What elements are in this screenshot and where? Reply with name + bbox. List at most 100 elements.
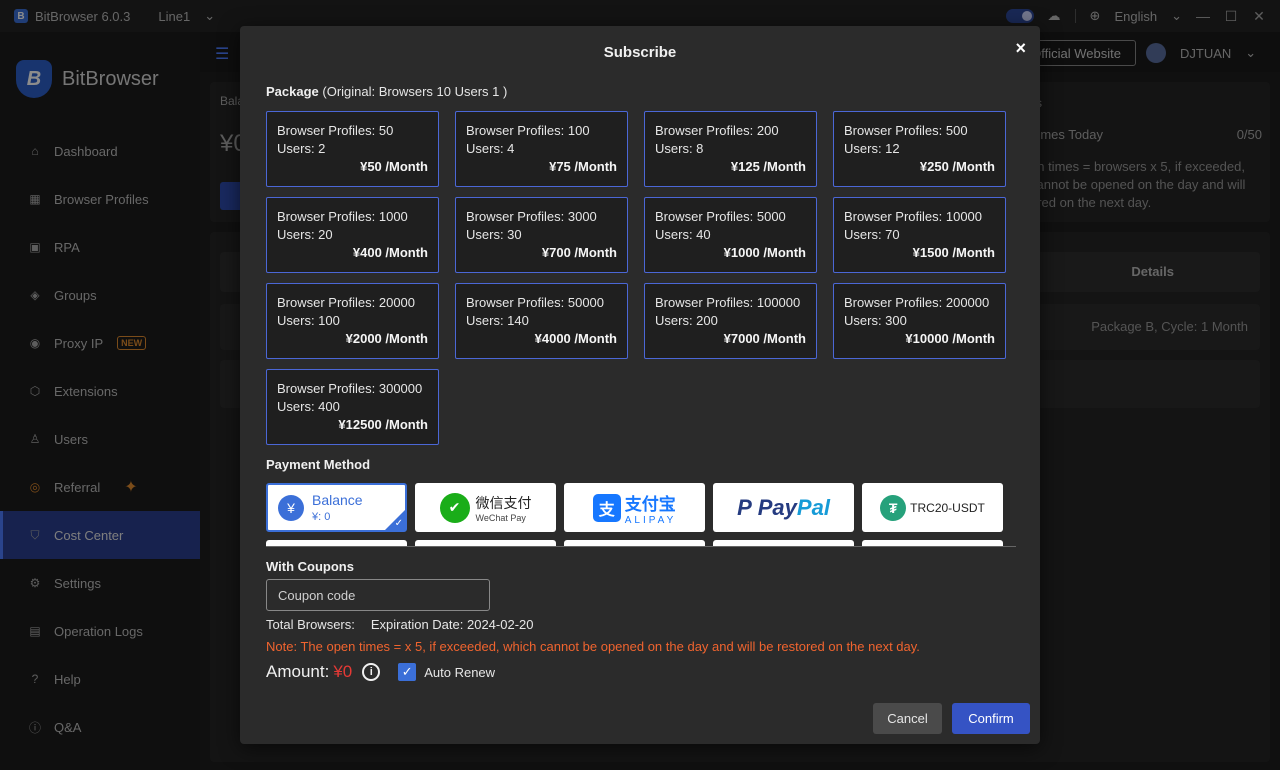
package-users: Users: 20 [277, 227, 333, 242]
balance-text: Balance ¥: 0 [312, 492, 363, 523]
usdt-label: TRC20-USDT [910, 500, 985, 515]
package-card[interactable]: Browser Profiles: 100 Users: 4 ¥75 /Mont… [455, 111, 628, 187]
payment-alipay[interactable]: 支 支付宝 ALIPAY [564, 483, 705, 532]
package-profiles: Browser Profiles: 3000 [466, 209, 597, 224]
alipay-icon: 支 [592, 493, 621, 522]
package-users: Users: 8 [655, 141, 704, 156]
package-users: Users: 40 [655, 227, 711, 242]
wechat-en: WeChat Pay [475, 512, 526, 523]
package-card[interactable]: Browser Profiles: 300000 Users: 400 ¥125… [266, 369, 439, 445]
alipay-cn: 支付宝 [624, 494, 676, 514]
app-window: B BitBrowser 6.0.3 Line1 ⌄ ☁ ⊕ English ⌄… [0, 0, 1280, 770]
balance-title: Balance [312, 492, 363, 508]
amount-value: ¥0 [333, 662, 353, 681]
alipay-en: ALIPAY [624, 514, 677, 526]
wechat-cn: 微信支付 [475, 494, 532, 511]
package-profiles: Browser Profiles: 100000 [655, 295, 801, 310]
package-price: ¥12500 /Month [338, 417, 428, 432]
payment-option[interactable] [415, 540, 556, 546]
close-icon[interactable]: × [1015, 38, 1026, 59]
payment-paypal[interactable]: P PayPal [713, 483, 854, 532]
package-card[interactable]: Browser Profiles: 5000 Users: 40 ¥1000 /… [644, 197, 817, 273]
package-price: ¥10000 /Month [905, 331, 995, 346]
package-price: ¥2000 /Month [345, 331, 428, 346]
info-icon[interactable]: i [362, 663, 381, 681]
paypal-a: Pay [757, 494, 797, 520]
wechat-icon: ✔ [439, 492, 470, 523]
package-card[interactable]: Browser Profiles: 50000 Users: 140 ¥4000… [455, 283, 628, 359]
package-users: Users: 100 [277, 313, 340, 328]
payment-option[interactable] [713, 540, 854, 546]
payment-wechat[interactable]: ✔ 微信支付 WeChat Pay [415, 483, 556, 532]
package-price: ¥1500 /Month [912, 245, 995, 260]
package-card[interactable]: Browser Profiles: 10000 Users: 70 ¥1500 … [833, 197, 1006, 273]
package-card[interactable]: Browser Profiles: 200000 Users: 300 ¥100… [833, 283, 1006, 359]
package-users: Users: 300 [844, 313, 907, 328]
balance-amount: ¥: 0 [312, 511, 331, 523]
package-label: Package [266, 84, 319, 99]
payment-balance[interactable]: ¥ Balance ¥: 0 ✓ [266, 483, 407, 532]
package-card[interactable]: Browser Profiles: 1000 Users: 20 ¥400 /M… [266, 197, 439, 273]
package-price: ¥125 /Month [730, 159, 806, 174]
subscribe-modal: Subscribe × Package (Original: Browsers … [240, 26, 1040, 744]
package-price: ¥400 /Month [352, 245, 428, 260]
auto-renew-checkbox[interactable]: ✓ Auto Renew [398, 663, 495, 681]
package-heading: Package (Original: Browsers 10 Users 1 ) [266, 84, 507, 99]
coupon-input[interactable] [266, 579, 490, 611]
package-profiles: Browser Profiles: 10000 [844, 209, 983, 224]
package-users: Users: 70 [844, 227, 900, 242]
package-users: Users: 2 [277, 141, 326, 156]
package-price: ¥4000 /Month [534, 331, 617, 346]
totals-row: Total Browsers: Expiration Date: 2024-02… [266, 617, 533, 632]
payment-usdt[interactable]: ₮ TRC20-USDT [862, 483, 1003, 532]
package-profiles: Browser Profiles: 50000 [466, 295, 605, 310]
package-profiles: Browser Profiles: 50 [277, 123, 394, 138]
modal-title: Subscribe [603, 44, 677, 61]
check-icon: ✓ [394, 518, 403, 529]
package-profiles: Browser Profiles: 1000 [277, 209, 408, 224]
auto-renew-label: Auto Renew [424, 664, 496, 680]
amount-label: Amount: [266, 662, 330, 681]
checkbox-checked-icon: ✓ [398, 663, 417, 681]
package-original: (Original: Browsers 10 Users 1 ) [322, 84, 508, 99]
package-users: Users: 140 [466, 313, 529, 328]
payment-option[interactable] [862, 540, 1003, 546]
package-card[interactable]: Browser Profiles: 100000 Users: 200 ¥700… [644, 283, 817, 359]
payment-option[interactable] [564, 540, 705, 546]
yen-icon: ¥ [278, 494, 304, 521]
paypal-icon: P [737, 494, 752, 520]
amount-row: Amount: ¥0 i ✓ Auto Renew [266, 662, 495, 682]
package-profiles: Browser Profiles: 5000 [655, 209, 786, 224]
package-profiles: Browser Profiles: 20000 [277, 295, 416, 310]
package-price: ¥7000 /Month [723, 331, 806, 346]
payment-option[interactable] [266, 540, 407, 546]
package-price: ¥250 /Month [919, 159, 995, 174]
package-card[interactable]: Browser Profiles: 20000 Users: 100 ¥2000… [266, 283, 439, 359]
tether-icon: ₮ [880, 494, 907, 521]
alipay-text: 支付宝 ALIPAY [625, 490, 677, 526]
package-profiles: Browser Profiles: 500 [844, 123, 968, 138]
package-profiles: Browser Profiles: 100 [466, 123, 590, 138]
confirm-button[interactable]: Confirm [952, 703, 1030, 734]
package-card[interactable]: Browser Profiles: 50 Users: 2 ¥50 /Month [266, 111, 439, 187]
package-users: Users: 4 [466, 141, 515, 156]
package-price: ¥75 /Month [549, 159, 617, 174]
package-price: ¥50 /Month [360, 159, 428, 174]
package-card[interactable]: Browser Profiles: 3000 Users: 30 ¥700 /M… [455, 197, 628, 273]
package-card[interactable]: Browser Profiles: 500 Users: 12 ¥250 /Mo… [833, 111, 1006, 187]
cancel-button[interactable]: Cancel [873, 703, 942, 734]
coupon-heading: With Coupons [266, 559, 354, 574]
paypal-wordmark: PayPal [758, 495, 830, 521]
total-browsers: Total Browsers: [266, 617, 355, 632]
package-users: Users: 200 [655, 313, 718, 328]
expiration-date: Expiration Date: 2024-02-20 [370, 617, 534, 632]
package-profiles: Browser Profiles: 300000 [277, 381, 423, 396]
package-profiles: Browser Profiles: 200 [655, 123, 779, 138]
package-price: ¥1000 /Month [723, 245, 806, 260]
package-users: Users: 30 [466, 227, 522, 242]
paypal-b: Pal [796, 494, 830, 520]
package-card[interactable]: Browser Profiles: 200 Users: 8 ¥125 /Mon… [644, 111, 817, 187]
payment-heading: Payment Method [266, 457, 371, 472]
package-users: Users: 12 [844, 141, 900, 156]
note-text: Note: The open times = x 5, if exceeded,… [266, 639, 920, 654]
